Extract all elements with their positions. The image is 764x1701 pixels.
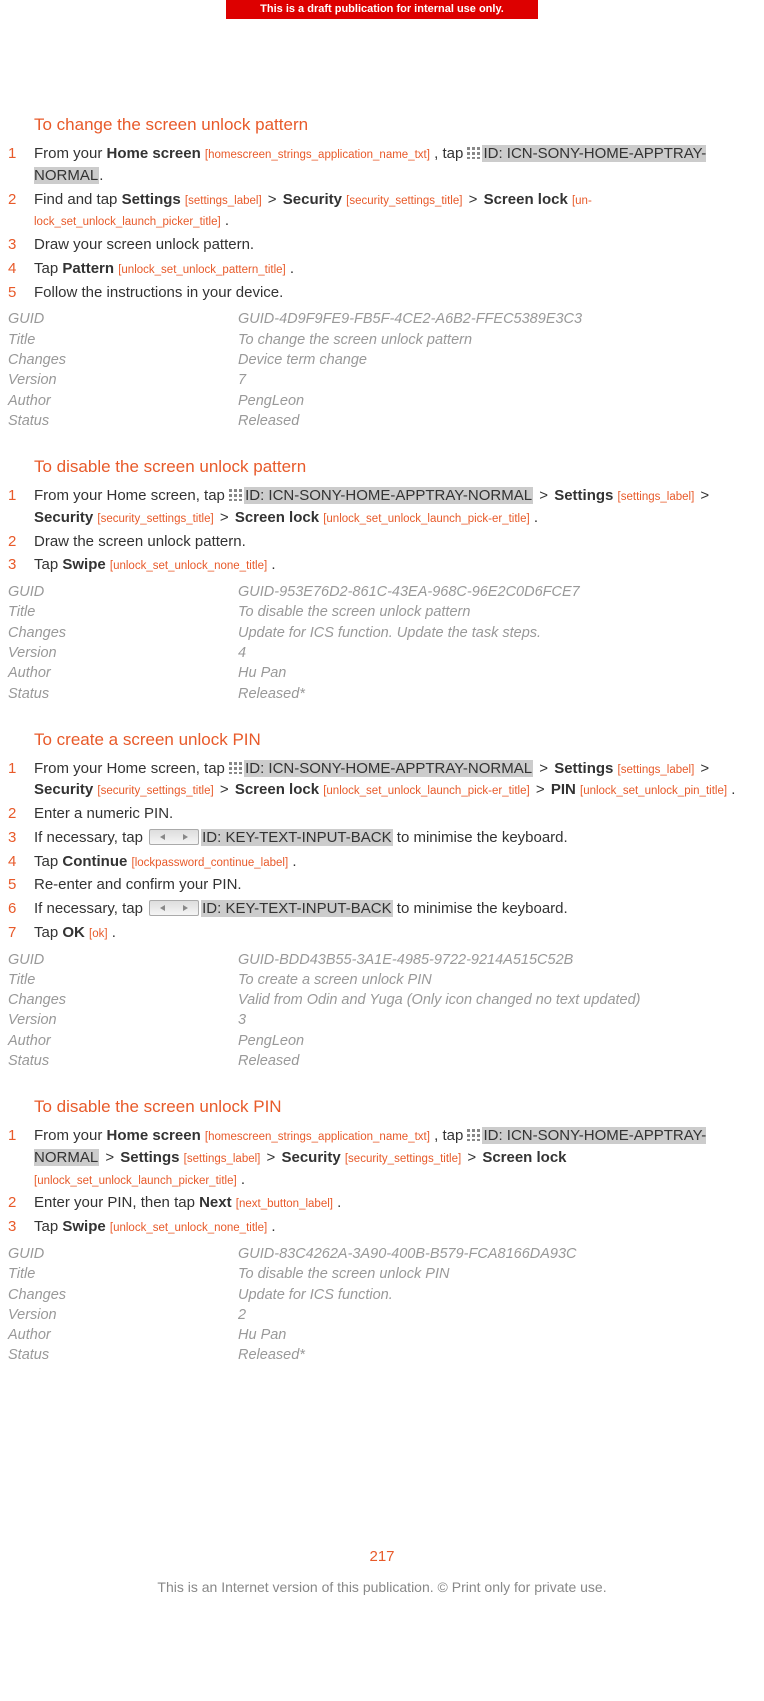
step: From your Home screen [homescreen_string… bbox=[8, 143, 752, 187]
string-id: [settings_label] bbox=[618, 764, 695, 776]
step: Tap Pattern [unlock_set_unlock_pattern_t… bbox=[8, 258, 752, 280]
string-id: [security_settings_title] bbox=[97, 513, 213, 525]
string-id: [unlock_set_unlock_none_title] bbox=[110, 560, 267, 572]
step: Enter a numeric PIN. bbox=[8, 803, 752, 825]
steps-list: From your Home screen [homescreen_string… bbox=[8, 1125, 752, 1238]
section-title: To create a screen unlock PIN bbox=[34, 728, 752, 752]
string-id: [homescreen_strings_application_name_txt… bbox=[205, 149, 430, 161]
meta-table: GUIDGUID-BDD43B55-3A1E-4985-9722-9214A51… bbox=[8, 950, 752, 1072]
meta-table: GUIDGUID-4D9F9FE9-FB5F-4CE2-A6B2-FFEC538… bbox=[8, 309, 752, 431]
image-id: ID: KEY-TEXT-INPUT-BACK bbox=[201, 900, 393, 917]
page-body: To change the screen unlock pattern From… bbox=[0, 19, 764, 1619]
string-id: [unlock_set_unlock_pattern_title] bbox=[118, 264, 286, 276]
string-id: [unlock_set_unlock_launch_picker_title] bbox=[34, 1175, 237, 1187]
step: Enter your PIN, then tap Next [next_butt… bbox=[8, 1192, 752, 1214]
meta-table: GUIDGUID-953E76D2-861C-43EA-968C-96E2C0D… bbox=[8, 582, 752, 704]
step: From your Home screen, tap ID: ICN-SONY-… bbox=[8, 485, 752, 529]
steps-list: From your Home screen, tap ID: ICN-SONY-… bbox=[8, 758, 752, 944]
apptray-icon bbox=[229, 759, 243, 771]
section-title: To disable the screen unlock PIN bbox=[34, 1095, 752, 1119]
steps-list: From your Home screen, tap ID: ICN-SONY-… bbox=[8, 485, 752, 576]
draft-banner: This is a draft publication for internal… bbox=[226, 0, 538, 19]
string-id: [settings_label] bbox=[184, 1153, 261, 1165]
step: Tap Continue [lockpassword_continue_labe… bbox=[8, 851, 752, 873]
string-id: [ok] bbox=[89, 928, 108, 940]
apptray-icon bbox=[229, 486, 243, 498]
string-id: [unlock_set_unlock_launch_pick-er_title] bbox=[323, 513, 529, 525]
section-title: To change the screen unlock pattern bbox=[34, 113, 752, 137]
step: Draw the screen unlock pattern. bbox=[8, 531, 752, 553]
string-id: [homescreen_strings_application_name_txt… bbox=[205, 1131, 430, 1143]
footer-note: This is an Internet version of this publ… bbox=[0, 1578, 764, 1598]
step: Tap Swipe [unlock_set_unlock_none_title]… bbox=[8, 1216, 752, 1238]
string-id: [next_button_label] bbox=[236, 1198, 333, 1210]
step: Tap Swipe [unlock_set_unlock_none_title]… bbox=[8, 554, 752, 576]
meta-table: GUIDGUID-83C4262A-3A90-400B-B579-FCA8166… bbox=[8, 1244, 752, 1366]
steps-list: From your Home screen [homescreen_string… bbox=[8, 143, 752, 303]
string-id: [unlock_set_unlock_pin_title] bbox=[580, 785, 727, 797]
step: Tap OK [ok] . bbox=[8, 922, 752, 944]
step: Find and tap Settings [settings_label] >… bbox=[8, 189, 752, 233]
string-id: [security_settings_title] bbox=[97, 785, 213, 797]
string-id: [unlock_set_unlock_launch_pick-er_title] bbox=[323, 785, 529, 797]
image-id: ID: ICN-SONY-HOME-APPTRAY-NORMAL bbox=[244, 760, 533, 777]
step: Follow the instructions in your device. bbox=[8, 282, 752, 304]
keyboard-back-icon bbox=[149, 829, 199, 845]
step: From your Home screen, tap ID: ICN-SONY-… bbox=[8, 758, 752, 802]
keyboard-back-icon bbox=[149, 900, 199, 916]
string-id: [security_settings_title] bbox=[345, 1153, 461, 1165]
step: Draw your screen unlock pattern. bbox=[8, 234, 752, 256]
string-id: [settings_label] bbox=[618, 491, 695, 503]
step: Re-enter and confirm your PIN. bbox=[8, 874, 752, 896]
step: If necessary, tap ID: KEY-TEXT-INPUT-BAC… bbox=[8, 827, 752, 849]
apptray-icon bbox=[467, 1126, 481, 1138]
string-id: [unlock_set_unlock_none_title] bbox=[110, 1222, 267, 1234]
string-id: [settings_label] bbox=[185, 195, 262, 207]
image-id: ID: ICN-SONY-HOME-APPTRAY-NORMAL bbox=[244, 487, 533, 504]
step: From your Home screen [homescreen_string… bbox=[8, 1125, 752, 1190]
string-id: [security_settings_title] bbox=[346, 195, 462, 207]
page-number: 217 bbox=[0, 1546, 764, 1567]
string-id: [lockpassword_continue_label] bbox=[132, 857, 289, 869]
step: If necessary, tap ID: KEY-TEXT-INPUT-BAC… bbox=[8, 898, 752, 920]
apptray-icon bbox=[467, 144, 481, 156]
section-title: To disable the screen unlock pattern bbox=[34, 455, 752, 479]
image-id: ID: KEY-TEXT-INPUT-BACK bbox=[201, 829, 393, 846]
